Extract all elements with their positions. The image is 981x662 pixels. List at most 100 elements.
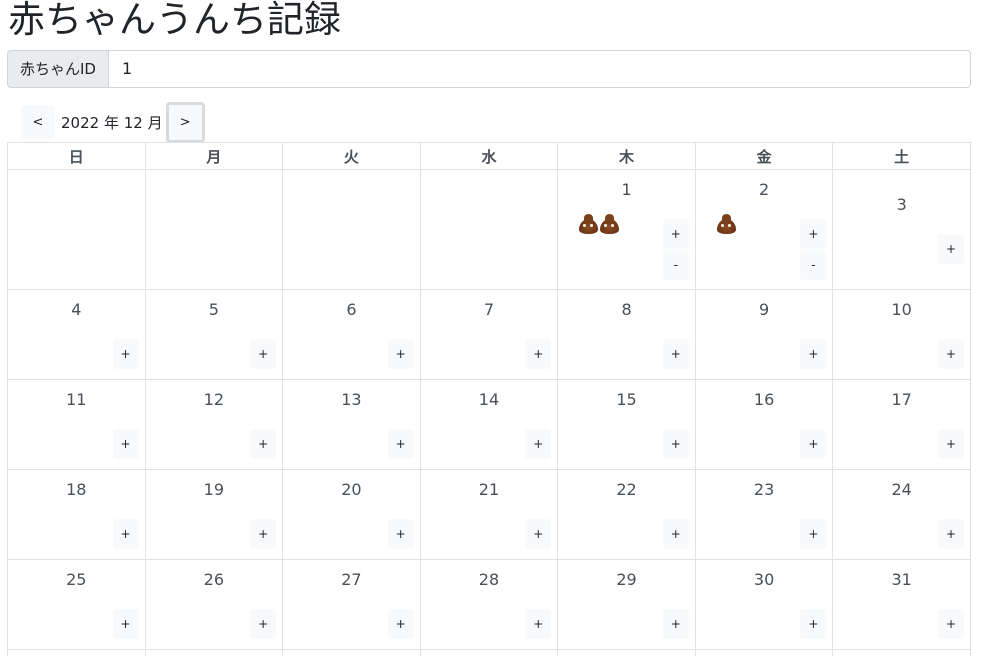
day-number: 14	[478, 390, 500, 409]
month-navigation: < 2022 年 12 月 >	[21, 101, 205, 143]
day-content: 29 +	[558, 560, 695, 649]
calendar-day-cell: 12 +	[144, 379, 284, 470]
calendar-day-cell	[144, 649, 284, 656]
day-content: 25 +	[8, 560, 145, 649]
day-number: 12	[203, 390, 225, 409]
day-number: 4	[71, 300, 82, 319]
add-poop-button[interactable]: +	[250, 609, 277, 639]
add-poop-button[interactable]: +	[662, 339, 689, 369]
calendar-body: 1 + -2 + -3 +4 +5 +6 +7 +8 +9 +10 +11 +12 +13 +14 +15 +16…	[7, 169, 971, 656]
add-poop-button[interactable]: +	[800, 429, 827, 459]
day-number: 15	[616, 390, 637, 409]
day-content: 24 +	[833, 470, 970, 559]
day-content: 7 +	[421, 290, 558, 379]
calendar-day-cell: 2 + -	[694, 169, 834, 290]
calendar-day-cell	[419, 649, 559, 656]
calendar-day-cell: 22 +	[557, 469, 696, 560]
poop-icon	[600, 214, 620, 234]
calendar-day-cell: 18 +	[7, 469, 146, 560]
add-poop-button[interactable]: +	[800, 519, 827, 549]
add-poop-button[interactable]: +	[662, 429, 689, 459]
add-poop-button[interactable]: +	[250, 339, 277, 369]
calendar-week-row: 25 +26 +27 +28 +29 +30 +31 +	[7, 559, 971, 650]
day-number: 9	[759, 300, 770, 319]
weekday-wednesday: 水	[419, 142, 559, 170]
calendar-day-cell: 11 +	[7, 379, 146, 470]
day-content: 11 +	[8, 380, 145, 469]
day-number: 6	[346, 300, 357, 319]
remove-poop-button[interactable]: -	[662, 250, 689, 280]
day-content: 14 +	[421, 380, 558, 469]
remove-poop-button[interactable]: -	[800, 250, 827, 280]
add-poop-button[interactable]: +	[800, 339, 827, 369]
day-content: 4 +	[8, 290, 145, 379]
add-poop-button[interactable]: +	[387, 519, 414, 549]
day-number: 20	[341, 480, 362, 499]
calendar-day-cell	[419, 169, 559, 290]
calendar-day-cell: 17 +	[832, 379, 971, 470]
add-poop-button[interactable]: +	[662, 519, 689, 549]
add-poop-button[interactable]: +	[938, 429, 964, 459]
add-poop-button[interactable]: +	[800, 219, 827, 249]
calendar-day-cell: 29 +	[557, 559, 696, 650]
add-poop-button[interactable]: +	[112, 609, 139, 639]
add-poop-button[interactable]: +	[938, 519, 964, 549]
add-poop-button[interactable]: +	[112, 429, 139, 459]
add-poop-button[interactable]: +	[525, 429, 552, 459]
add-poop-button[interactable]: +	[250, 429, 277, 459]
add-poop-button[interactable]: +	[525, 339, 552, 369]
day-number: 22	[616, 480, 637, 499]
day-content: 22 +	[558, 470, 695, 559]
add-poop-button[interactable]: +	[387, 339, 414, 369]
add-poop-button[interactable]: +	[112, 339, 139, 369]
add-poop-button[interactable]: +	[938, 234, 964, 264]
add-poop-button[interactable]: +	[387, 609, 414, 639]
day-number: 24	[891, 480, 912, 499]
calendar-day-cell: 9 +	[694, 289, 834, 380]
add-poop-button[interactable]: +	[250, 519, 277, 549]
calendar-day-cell: 10 +	[832, 289, 971, 380]
day-number: 8	[621, 300, 632, 319]
add-poop-button[interactable]: +	[112, 519, 139, 549]
weekday-thursday: 木	[557, 142, 696, 170]
day-content: 13 +	[283, 380, 420, 469]
next-month-button[interactable]: >	[165, 101, 205, 143]
page-title: 赤ちゃんうんち記録	[8, 0, 341, 41]
add-poop-button[interactable]: +	[800, 609, 827, 639]
day-content: 27 +	[283, 560, 420, 649]
add-poop-button[interactable]: +	[662, 609, 689, 639]
calendar-day-cell: 24 +	[832, 469, 971, 560]
baby-id-group: 赤ちゃんID	[7, 50, 971, 88]
day-number: 1	[621, 180, 632, 199]
calendar-day-cell: 6 +	[282, 289, 421, 380]
day-content: 28 +	[421, 560, 558, 649]
day-content: 21 +	[421, 470, 558, 559]
day-number: 16	[753, 390, 775, 409]
day-number: 23	[753, 480, 775, 499]
add-poop-button[interactable]: +	[938, 339, 964, 369]
baby-id-input[interactable]	[107, 50, 971, 88]
calendar-day-cell: 4 +	[7, 289, 146, 380]
calendar-day-cell	[7, 649, 146, 656]
day-content: 6 +	[283, 290, 420, 379]
calendar-day-cell: 16 +	[694, 379, 834, 470]
poop-icon	[579, 214, 599, 234]
calendar-day-cell: 27 +	[282, 559, 421, 650]
day-content: 15 +	[558, 380, 695, 469]
day-number: 26	[203, 570, 225, 589]
add-poop-button[interactable]: +	[525, 609, 552, 639]
prev-month-button[interactable]: <	[21, 105, 55, 139]
calendar-week-row: 11 + 12 +13 + 14 +15 +16 +17 +	[7, 379, 971, 470]
weekday-sunday: 日	[7, 142, 146, 170]
add-poop-button[interactable]: +	[387, 429, 414, 459]
calendar-day-cell: 7 +	[419, 289, 559, 380]
calendar-day-cell	[832, 649, 971, 656]
add-poop-button[interactable]: +	[662, 219, 689, 249]
add-poop-button[interactable]: +	[938, 609, 964, 639]
add-poop-button[interactable]: +	[525, 519, 552, 549]
day-number: 30	[753, 570, 775, 589]
day-content: 23 +	[696, 470, 833, 559]
weekday-friday: 金	[694, 142, 834, 170]
calendar-day-cell: 5 +	[144, 289, 284, 380]
calendar: 日 月 火 水 木 金 土 1 + -2 + -3 +4 +5 +6 +7 +8 +9 +10 +11 +…	[7, 142, 971, 656]
